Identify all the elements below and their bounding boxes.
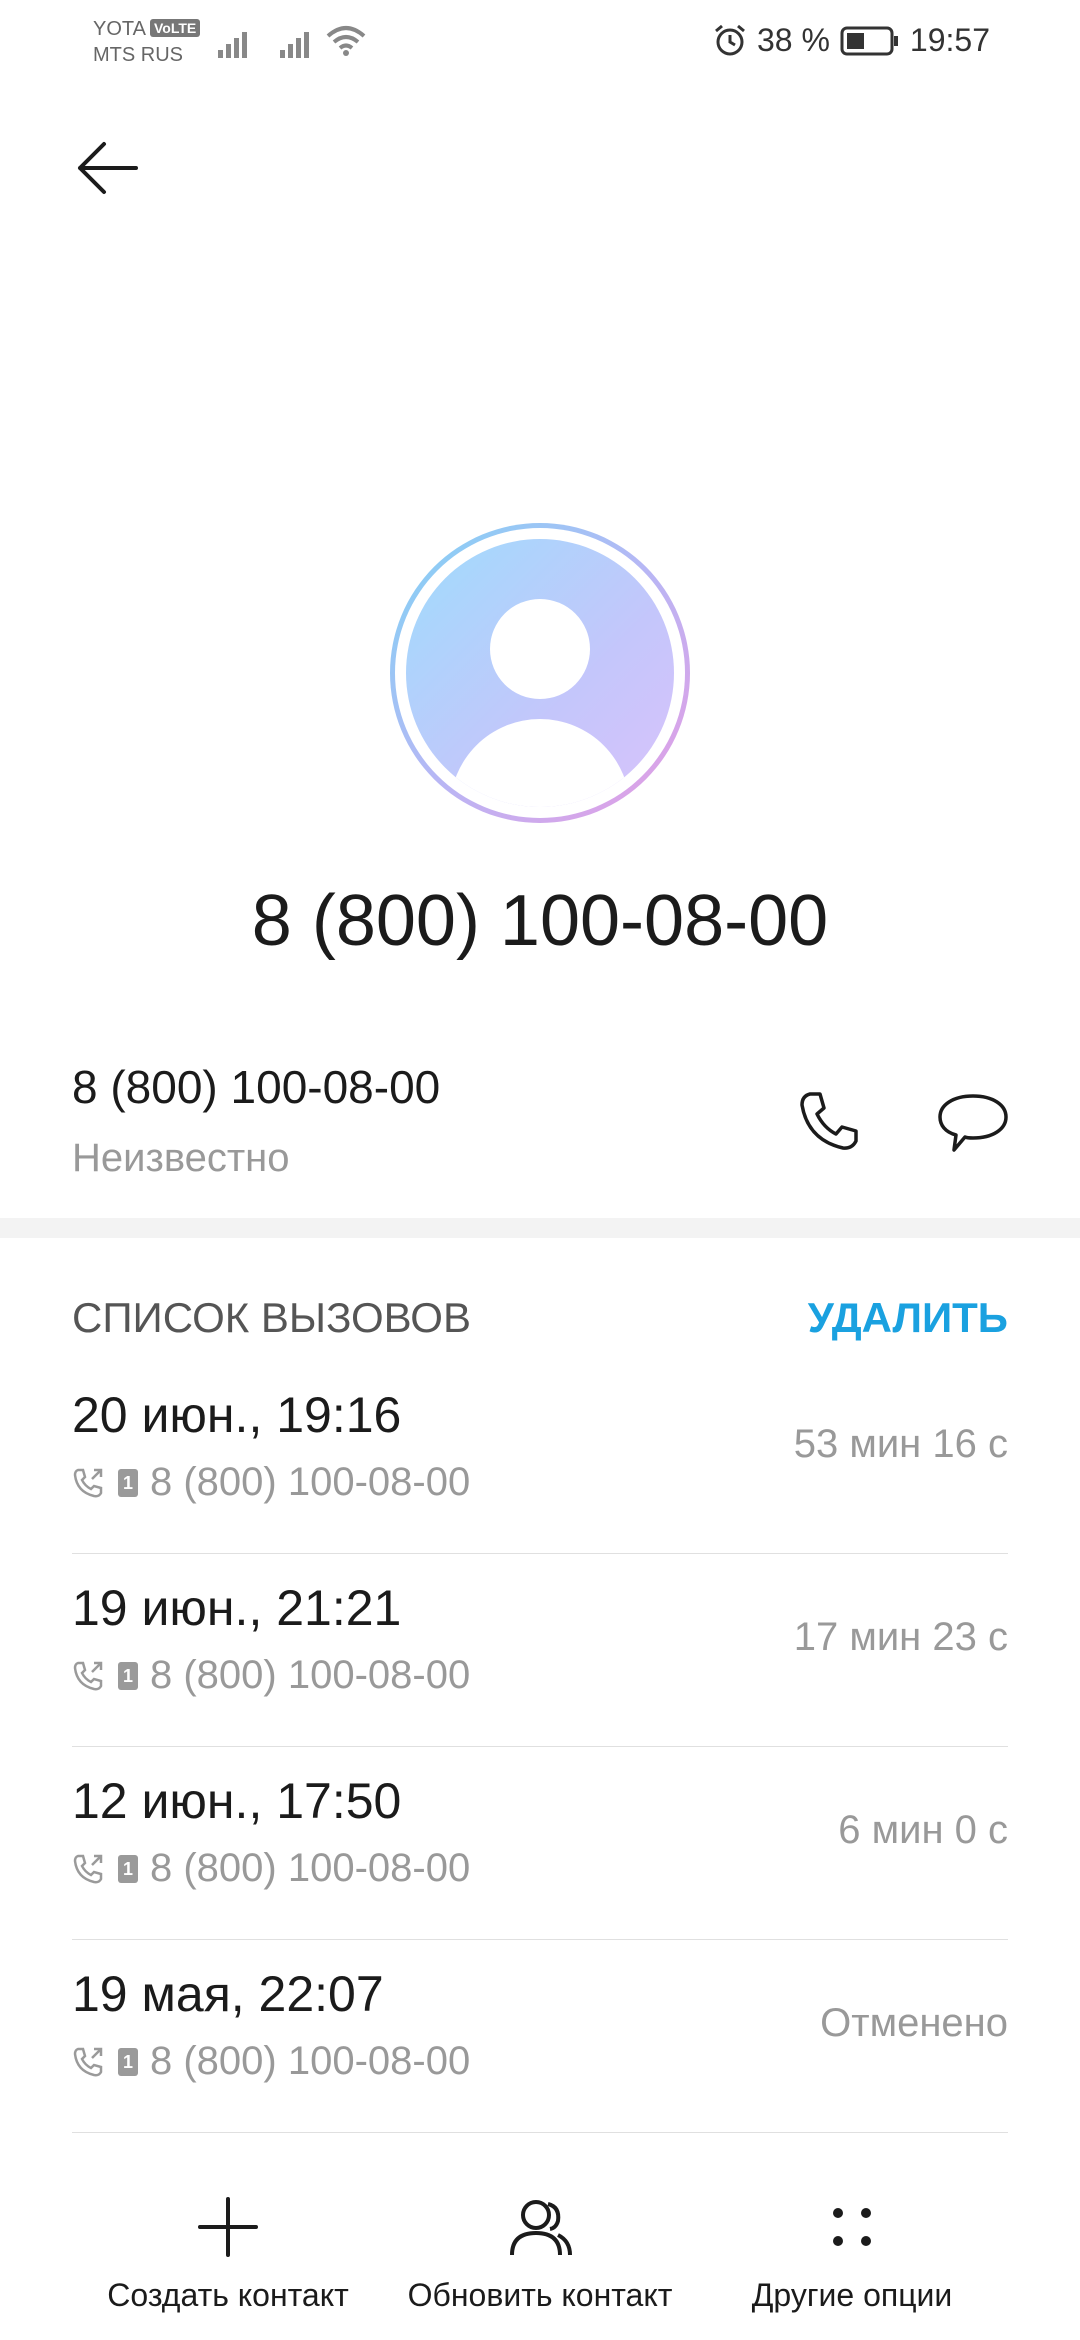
signal-icon: [280, 32, 309, 58]
wifi-icon: [326, 26, 366, 56]
contact-number-title: 8 (800) 100-08-00: [251, 881, 829, 961]
call-duration: Отменено: [820, 2001, 1008, 2045]
phone-icon[interactable]: [796, 1088, 862, 1154]
message-icon[interactable]: [936, 1090, 1010, 1156]
call-number: 8 (800) 100-08-00: [150, 1846, 471, 1890]
call-outgoing-icon: [73, 1661, 103, 1690]
call-duration: 6 мин 0 с: [838, 1808, 1008, 1852]
more-options-label: Другие опции: [751, 2277, 953, 2313]
call-row[interactable]: 20 июн., 19:16 1 8 (800) 100-08-00 53 ми…: [72, 1360, 1008, 1554]
call-subline: 1 8 (800) 100-08-00: [72, 1460, 470, 1505]
more-dots-icon: [833, 2208, 871, 2246]
call-datetime: 12 июн., 17:50: [72, 1773, 402, 1829]
sim-icon: 1: [118, 2047, 138, 2076]
update-contact-label: Обновить контакт: [407, 2277, 673, 2313]
status-time: 19:57: [909, 22, 990, 58]
signal-icon: [218, 32, 247, 58]
alarm-icon: [715, 24, 745, 55]
contact-label: Неизвестно: [72, 1136, 290, 1180]
call-duration: 53 мин 16 с: [793, 1422, 1008, 1466]
sim-icon: 1: [118, 1661, 138, 1690]
call-datetime: 20 июн., 19:16: [72, 1387, 402, 1443]
delete-button[interactable]: УДАЛИТЬ: [808, 1294, 1008, 1342]
create-contact-label: Создать контакт: [107, 2277, 349, 2313]
call-row[interactable]: 19 июн., 21:21 1 8 (800) 100-08-00 17 ми…: [72, 1553, 1008, 1747]
call-number: 8 (800) 100-08-00: [150, 1460, 471, 1504]
battery-percent: 38 %: [756, 22, 830, 58]
battery-icon: [840, 26, 898, 55]
call-datetime: 19 мая, 22:07: [72, 1966, 384, 2022]
avatar: [390, 523, 690, 823]
call-outgoing-icon: [73, 1468, 103, 1497]
status-right: 38 % 19:57: [713, 22, 990, 59]
update-contact-button[interactable]: Обновить контакт: [380, 2195, 700, 2314]
sim-icon: 1: [118, 1468, 138, 1497]
call-subline: 1 8 (800) 100-08-00: [72, 2039, 470, 2084]
call-outgoing-icon: [73, 1854, 103, 1883]
carrier2-label: MTS RUS: [93, 44, 183, 66]
call-row[interactable]: 12 июн., 17:50 1 8 (800) 100-08-00 6 мин…: [72, 1746, 1008, 1940]
call-row[interactable]: 19 мая, 22:07 1 8 (800) 100-08-00 Отмене…: [72, 1939, 1008, 2133]
create-contact-button[interactable]: Создать контакт: [68, 2195, 388, 2314]
sim-icon: 1: [118, 1854, 138, 1883]
contact-number[interactable]: 8 (800) 100-08-00: [72, 1060, 440, 1114]
contacts-icon: [510, 2200, 572, 2256]
call-subline: 1 8 (800) 100-08-00: [72, 1846, 470, 1891]
call-subline: 1 8 (800) 100-08-00: [72, 1653, 470, 1698]
more-options-button[interactable]: Другие опции: [692, 2195, 1012, 2314]
carrier1-label: YOTA: [93, 18, 146, 40]
volte-badge: VoLTE: [149, 19, 201, 37]
call-outgoing-icon: [73, 2047, 103, 2076]
call-list-title: СПИСОК ВЫЗОВОВ: [72, 1294, 471, 1341]
carrier-info: YOTA VoLTE MTS RUS: [93, 16, 201, 68]
add-icon: [198, 2197, 258, 2257]
call-number: 8 (800) 100-08-00: [150, 2039, 471, 2083]
call-datetime: 19 июн., 21:21: [72, 1580, 402, 1636]
call-number: 8 (800) 100-08-00: [150, 1653, 471, 1697]
back-arrow-icon[interactable]: [74, 138, 140, 198]
section-divider: [0, 1218, 1080, 1238]
call-duration: 17 мин 23 с: [793, 1615, 1008, 1659]
